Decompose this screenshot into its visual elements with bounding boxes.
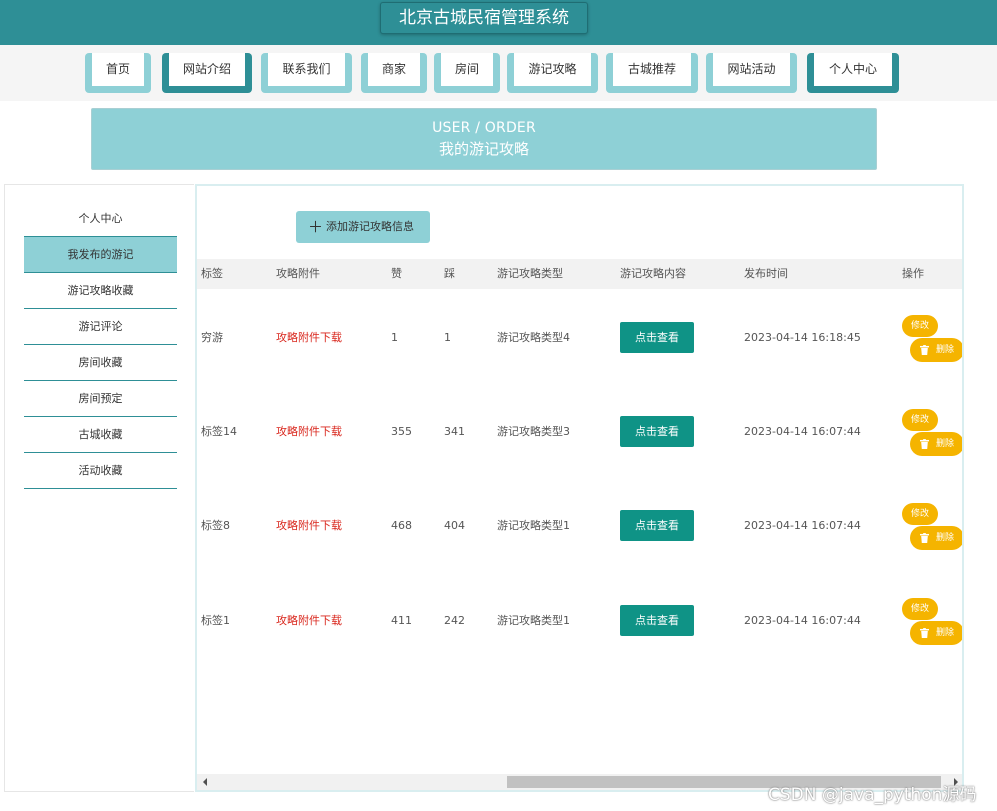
sidebar-item-user-center[interactable]: 个人中心 (24, 201, 177, 237)
user-sidebar: 个人中心 我发布的游记 游记攻略收藏 游记评论 房间收藏 房间预定 古城收藏 活… (4, 184, 194, 792)
nav-home[interactable]: 首页 (85, 53, 151, 93)
cell-tag: 标签1 (201, 614, 230, 627)
nav-travel-guides-label: 游记攻略 (514, 53, 591, 86)
sidebar-item-room-favorites[interactable]: 房间收藏 (24, 345, 177, 381)
nav-about[interactable]: 网站介绍 (162, 53, 252, 93)
col-type: 游记攻略类型 (497, 267, 563, 280)
main-nav: 首页 网站介绍 联系我们 商家 房间 游记攻略 古城推荐 网站活动 个人中心 (0, 45, 997, 101)
col-publish-time: 发布时间 (744, 267, 788, 280)
nav-contact-label: 联系我们 (268, 53, 345, 86)
cell-type: 游记攻略类型4 (497, 331, 570, 344)
col-attachment: 攻略附件 (276, 267, 320, 280)
edit-button[interactable]: 修改 (902, 315, 938, 337)
cell-publish-time: 2023-04-14 16:07:44 (744, 614, 861, 627)
cell-publish-time: 2023-04-14 16:07:44 (744, 425, 861, 438)
cell-dislikes: 341 (444, 425, 465, 438)
delete-button[interactable]: 删除 (910, 621, 962, 645)
delete-button[interactable]: 删除 (910, 432, 962, 456)
col-actions: 操作 (902, 267, 924, 280)
nav-user-center[interactable]: 个人中心 (807, 53, 899, 93)
delete-label: 删除 (936, 345, 955, 355)
page-title: 我的游记攻略 (438, 140, 529, 158)
plus-icon: ＋ (308, 218, 324, 236)
cell-dislikes: 242 (444, 614, 465, 627)
edit-button[interactable]: 修改 (902, 503, 938, 525)
header-bar: 北京古城民宿管理系统 (0, 0, 997, 45)
table-row: 标签14 攻略附件下载 355 341 游记攻略类型3 点击查看 2023-04… (197, 384, 962, 478)
cell-type: 游记攻略类型1 (497, 614, 570, 627)
site-title: 北京古城民宿管理系统 (380, 2, 588, 34)
sidebar-item-city-favorites[interactable]: 古城收藏 (24, 417, 177, 453)
table-row: 标签8 攻略附件下载 468 404 游记攻略类型1 点击查看 2023-04-… (197, 478, 962, 572)
view-content-button[interactable]: 点击查看 (620, 416, 694, 447)
delete-button[interactable]: 删除 (910, 338, 962, 362)
nav-activities-label: 网站活动 (713, 53, 790, 86)
cell-tag: 标签14 (201, 425, 237, 438)
add-travel-guide-label: 添加游记攻略信息 (326, 220, 414, 233)
sidebar-item-activity-favorites[interactable]: 活动收藏 (24, 453, 177, 489)
delete-label: 删除 (936, 533, 955, 543)
add-travel-guide-button[interactable]: ＋ 添加游记攻略信息 (296, 211, 430, 243)
attachment-download-link[interactable]: 攻略附件下载 (276, 331, 342, 345)
nav-user-center-label: 个人中心 (814, 53, 892, 86)
cell-type: 游记攻略类型3 (497, 425, 570, 438)
nav-activities[interactable]: 网站活动 (706, 53, 797, 93)
edit-button[interactable]: 修改 (902, 409, 938, 431)
nav-merchants-label: 商家 (368, 53, 420, 86)
col-dislikes: 踩 (444, 267, 455, 280)
table-header: 标签 攻略附件 赞 踩 游记攻略类型 游记攻略内容 发布时间 操作 (197, 259, 962, 289)
chevron-left-icon[interactable] (203, 778, 207, 786)
nav-merchants[interactable]: 商家 (361, 53, 427, 93)
page-banner: USER / ORDER 我的游记攻略 (91, 108, 877, 170)
nav-rooms-label: 房间 (441, 53, 493, 86)
cell-likes: 355 (391, 425, 412, 438)
trash-icon (920, 439, 929, 449)
sidebar-item-room-booking[interactable]: 房间预定 (24, 381, 177, 417)
nav-ancient-city-label: 古城推荐 (613, 53, 691, 86)
cell-type: 游记攻略类型1 (497, 519, 570, 532)
banner-subtitle: USER / ORDER (432, 120, 536, 136)
delete-label: 删除 (936, 439, 955, 449)
cell-dislikes: 404 (444, 519, 465, 532)
view-content-button[interactable]: 点击查看 (620, 510, 694, 541)
cell-publish-time: 2023-04-14 16:18:45 (744, 331, 861, 344)
nav-home-label: 首页 (92, 53, 144, 86)
cell-publish-time: 2023-04-14 16:07:44 (744, 519, 861, 532)
attachment-download-link[interactable]: 攻略附件下载 (276, 425, 342, 439)
attachment-download-link[interactable]: 攻略附件下载 (276, 519, 342, 533)
nav-about-label: 网站介绍 (169, 53, 245, 86)
cell-tag: 穷游 (201, 331, 223, 344)
attachment-download-link[interactable]: 攻略附件下载 (276, 614, 342, 628)
trash-icon (920, 345, 929, 355)
cell-dislikes: 1 (444, 331, 451, 344)
delete-label: 删除 (936, 628, 955, 638)
cell-tag: 标签8 (201, 519, 230, 532)
col-likes: 赞 (391, 267, 402, 280)
col-content: 游记攻略内容 (620, 267, 686, 280)
table-row: 标签1 攻略附件下载 411 242 游记攻略类型1 点击查看 2023-04-… (197, 572, 962, 666)
view-content-button[interactable]: 点击查看 (620, 322, 694, 353)
cell-likes: 1 (391, 331, 398, 344)
main-content: ＋ 添加游记攻略信息 标签 攻略附件 赞 踩 游记攻略类型 游记攻略内容 发布时… (195, 184, 964, 792)
table-row: 穷游 攻略附件下载 1 1 游记攻略类型4 点击查看 2023-04-14 16… (197, 290, 962, 384)
col-tag: 标签 (201, 267, 223, 280)
nav-ancient-city[interactable]: 古城推荐 (606, 53, 698, 93)
sidebar-item-travel-comments[interactable]: 游记评论 (24, 309, 177, 345)
view-content-button[interactable]: 点击查看 (620, 605, 694, 636)
cell-likes: 411 (391, 614, 412, 627)
nav-travel-guides[interactable]: 游记攻略 (507, 53, 598, 93)
watermark: CSDN @java_python源码 (768, 785, 977, 805)
sidebar-item-my-travel-notes[interactable]: 我发布的游记 (24, 237, 177, 273)
trash-icon (920, 533, 929, 543)
sidebar-item-guide-favorites[interactable]: 游记攻略收藏 (24, 273, 177, 309)
cell-likes: 468 (391, 519, 412, 532)
nav-rooms[interactable]: 房间 (434, 53, 500, 93)
edit-button[interactable]: 修改 (902, 598, 938, 620)
nav-contact[interactable]: 联系我们 (261, 53, 352, 93)
trash-icon (920, 628, 929, 638)
delete-button[interactable]: 删除 (910, 526, 962, 550)
